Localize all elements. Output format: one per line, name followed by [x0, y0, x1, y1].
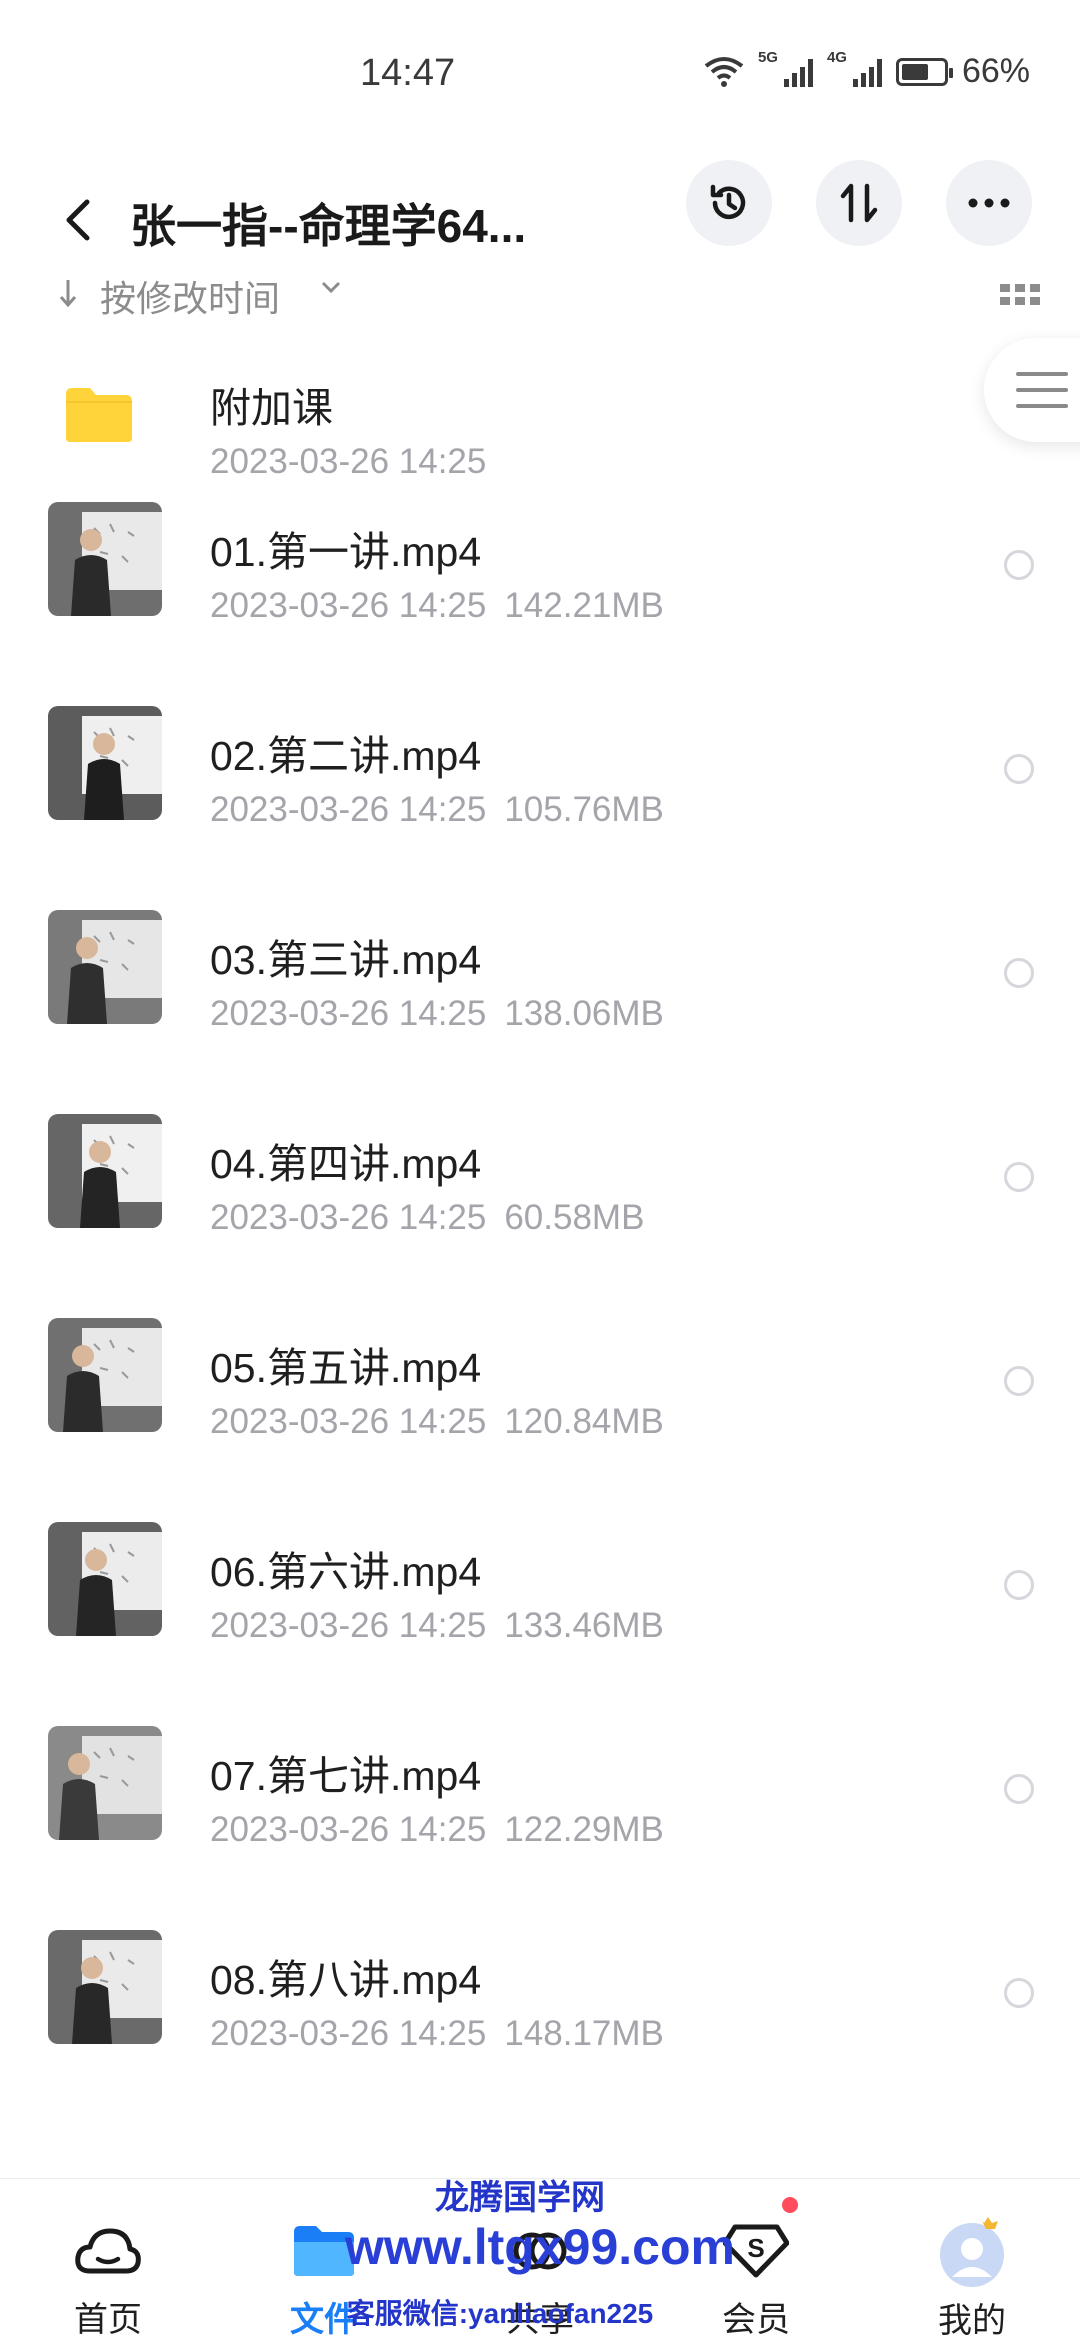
file-meta: 2023-03-26 14:25 60.58MB [210, 1198, 644, 1238]
watermark-contact: 客服微信:yanliaofan225 [346, 2298, 654, 2329]
back-button[interactable] [48, 190, 108, 250]
network-5g-label: 5G [757, 48, 778, 66]
file-meta: 2023-03-26 14:25 [210, 442, 486, 482]
list-item[interactable]: 附加课 2023-03-26 14:25 [0, 330, 1080, 481]
video-thumbnail [48, 910, 162, 1024]
select-radio[interactable] [1004, 1162, 1034, 1192]
file-name: 06.第六讲.mp4 [210, 1549, 482, 1595]
wifi-icon [704, 56, 744, 87]
file-name: 04.第四讲.mp4 [210, 1141, 482, 1187]
history-icon [710, 184, 746, 220]
file-size: 60.58MB [504, 1198, 645, 1237]
file-date: 2023-03-26 14:25 [210, 442, 487, 481]
video-thumbnail [48, 1726, 162, 1840]
side-menu-button[interactable] [984, 338, 1080, 442]
arrow-down-icon [59, 280, 77, 308]
file-name: 01.第一讲.mp4 [210, 529, 482, 575]
list-item[interactable]: 01.第一讲.mp4 2023-03-26 14:25 142.21MB [0, 478, 1080, 682]
list-item[interactable]: 03.第三讲.mp4 2023-03-26 14:25 138.06MB [0, 886, 1080, 1090]
signal-4g-icon: 4G [827, 49, 882, 87]
battery-percent: 66% [961, 52, 1030, 90]
list-item[interactable]: 07.第七讲.mp4 2023-03-26 14:25 122.29MB [0, 1702, 1080, 1906]
file-size: 120.84MB [504, 1402, 664, 1441]
status-bar: 14:47 5G 4G 66% [0, 0, 1080, 160]
video-thumbnail [48, 1930, 162, 2044]
video-thumbnail [48, 706, 162, 820]
history-button[interactable] [686, 160, 772, 246]
file-meta: 2023-03-26 14:25 105.76MB [210, 790, 664, 830]
grid-view-icon[interactable] [1000, 284, 1040, 306]
sort-label[interactable]: 按修改时间 [100, 270, 280, 322]
more-dots-icon [968, 198, 1010, 208]
select-radio[interactable] [1004, 1978, 1034, 2008]
file-meta: 2023-03-26 14:25 142.21MB [210, 586, 664, 626]
file-date: 2023-03-26 14:25 [210, 994, 487, 1033]
file-list: 附加课 2023-03-26 14:25 01.第一讲.mp4 2023-03-2… [0, 330, 1080, 2110]
page-title: 张一指--命理学64... [130, 200, 527, 252]
select-radio[interactable] [1004, 550, 1034, 580]
list-item[interactable]: 08.第八讲.mp4 2023-03-26 14:25 148.17MB [0, 1906, 1080, 2110]
watermark-url: www.ltgx99.com [345, 2219, 735, 2275]
chevron-down-icon[interactable] [320, 280, 342, 294]
watermark-line-1: 龙腾国学网 [435, 2179, 605, 2217]
select-radio[interactable] [1004, 1774, 1034, 1804]
select-radio[interactable] [1004, 958, 1034, 988]
select-radio[interactable] [1004, 754, 1034, 784]
network-4g-label: 4G [826, 48, 847, 66]
file-name: 08.第八讲.mp4 [210, 1957, 482, 2003]
file-date: 2023-03-26 14:25 [210, 1198, 487, 1237]
file-size: 148.17MB [504, 2014, 664, 2053]
file-name: 02.第二讲.mp4 [210, 733, 482, 779]
file-date: 2023-03-26 14:25 [210, 1402, 487, 1441]
file-size: 133.46MB [504, 1606, 664, 1645]
chevron-left-icon [66, 199, 90, 241]
file-date: 2023-03-26 14:25 [210, 1606, 487, 1645]
video-thumbnail [48, 1318, 162, 1432]
more-button[interactable] [946, 160, 1032, 246]
file-meta: 2023-03-26 14:25 122.29MB [210, 1810, 664, 1850]
file-date: 2023-03-26 14:25 [210, 1810, 487, 1849]
file-date: 2023-03-26 14:25 [210, 586, 487, 625]
file-size: 142.21MB [504, 586, 664, 625]
folder-icon [60, 370, 180, 460]
select-radio[interactable] [1004, 1570, 1034, 1600]
file-meta: 2023-03-26 14:25 133.46MB [210, 1606, 664, 1646]
status-time: 14:47 [360, 52, 456, 94]
menu-lines-icon [1016, 372, 1068, 408]
transfer-arrows-icon [840, 183, 878, 223]
list-item[interactable]: 05.第五讲.mp4 2023-03-26 14:25 120.84MB [0, 1294, 1080, 1498]
file-meta: 2023-03-26 14:25 120.84MB [210, 1402, 664, 1442]
file-name: 07.第七讲.mp4 [210, 1753, 482, 1799]
sort-bar: 按修改时间 [0, 270, 1080, 320]
file-meta: 2023-03-26 14:25 138.06MB [210, 994, 664, 1034]
video-thumbnail [48, 1522, 162, 1636]
file-name: 03.第三讲.mp4 [210, 937, 482, 983]
transfer-button[interactable] [816, 160, 902, 246]
signal-5g-icon: 5G [758, 49, 813, 87]
file-meta: 2023-03-26 14:25 148.17MB [210, 2014, 664, 2054]
file-size: 138.06MB [504, 994, 664, 1033]
battery-icon [895, 57, 953, 86]
file-name: 05.第五讲.mp4 [210, 1345, 482, 1391]
file-size: 122.29MB [504, 1810, 664, 1849]
list-item[interactable]: 06.第六讲.mp4 2023-03-26 14:25 133.46MB [0, 1498, 1080, 1702]
file-date: 2023-03-26 14:25 [210, 790, 487, 829]
status-icons: 5G 4G 66% [704, 49, 1030, 91]
list-item[interactable]: 02.第二讲.mp4 2023-03-26 14:25 105.76MB [0, 682, 1080, 886]
video-thumbnail [48, 1114, 162, 1228]
video-thumbnail [48, 502, 162, 616]
list-item[interactable]: 04.第四讲.mp4 2023-03-26 14:25 60.58MB [0, 1090, 1080, 1294]
file-name: 附加课 [210, 385, 333, 431]
select-radio[interactable] [1004, 1366, 1034, 1396]
file-date: 2023-03-26 14:25 [210, 2014, 487, 2053]
file-size: 105.76MB [504, 790, 664, 829]
